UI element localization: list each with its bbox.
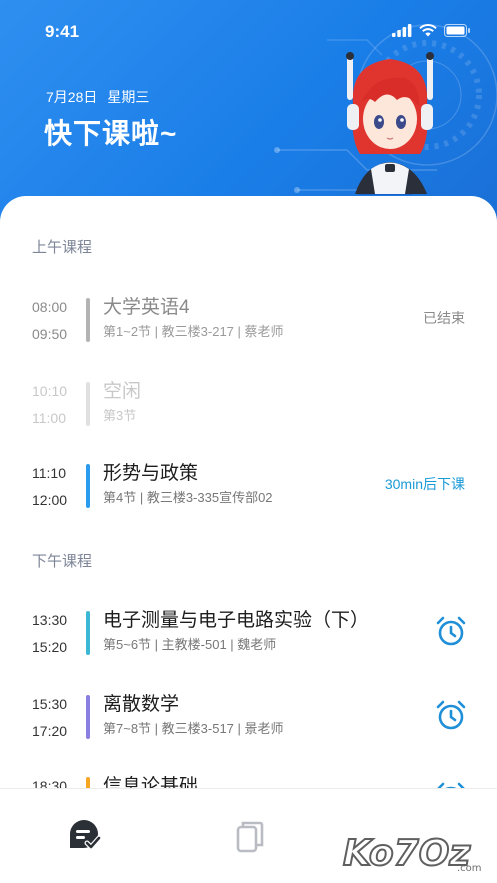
signal-icon [392, 24, 412, 37]
course-start-time: 10:10 [32, 383, 68, 399]
course-name: 离散数学 [103, 694, 180, 715]
course-start-time: 11:10 [32, 465, 66, 481]
course-item[interactable]: 13:30 15:20 电子测量与电子电路实验（下） 第5~6节 | 主教楼-5… [0, 607, 497, 671]
section-title-morning: 上午课程 [32, 239, 93, 256]
date-text: 7月28日 [46, 89, 98, 105]
alarm-clock-icon[interactable] [435, 699, 467, 731]
course-item[interactable]: 08:00 09:50 大学英语4 第1~2节 | 教三楼3-217 | 蔡老师… [0, 294, 497, 358]
course-color-bar [86, 464, 90, 508]
course-meta: 第7~8节 | 教三楼3-517 | 景老师 [103, 721, 284, 736]
course-times: 13:30 15:20 [32, 607, 74, 661]
course-meta: 第5~6节 | 主教楼-501 | 魏老师 [103, 637, 277, 652]
course-item[interactable]: 11:10 12:00 形势与政策 第4节 | 教三楼3-335宣传部02 30… [0, 460, 497, 524]
course-color-bar [86, 298, 90, 342]
course-times: 15:30 17:20 [32, 691, 74, 745]
course-end-time: 15:20 [32, 639, 68, 655]
course-meta: 第3节 [103, 408, 137, 423]
svg-text:.com: .com [457, 863, 482, 874]
course-meta: 第1~2节 | 教三楼3-217 | 蔡老师 [103, 324, 284, 339]
course-start-time: 15:30 [32, 696, 68, 712]
course-name: 大学英语4 [103, 297, 190, 318]
course-end-time: 17:20 [32, 723, 68, 739]
course-start-time: 13:30 [32, 612, 68, 628]
status-icons [392, 24, 471, 37]
course-name: 空闲 [103, 381, 142, 402]
course-times: 10:10 11:00 [32, 378, 74, 432]
course-item[interactable]: 15:30 17:20 离散数学 第7~8节 | 教三楼3-517 | 景老师 [0, 691, 497, 755]
watermark-logo: Ko7Oz .com [342, 832, 482, 875]
course-end-time: 12:00 [32, 492, 68, 508]
battery-icon [444, 24, 470, 37]
course-name: 电子测量与电子电路实验（下） [103, 610, 370, 631]
course-end-time: 11:00 [32, 410, 66, 426]
schedule-icon[interactable] [66, 817, 106, 857]
course-name: 形势与政策 [103, 463, 199, 484]
course-item[interactable]: 10:10 11:00 空闲 第3节 [0, 378, 497, 442]
wifi-icon [419, 24, 437, 37]
date-line: 7月28日 星期三 [46, 87, 149, 107]
course-color-bar [86, 611, 90, 655]
weekday-text: 星期三 [107, 89, 150, 105]
course-meta: 第4节 | 教三楼3-335宣传部02 [103, 490, 273, 505]
alarm-clock-icon[interactable] [435, 615, 467, 647]
svg-text:Ko7Oz: Ko7Oz [343, 833, 471, 874]
mascot-illustration [340, 52, 434, 214]
book-icon[interactable] [229, 817, 269, 857]
course-color-bar [86, 695, 90, 739]
course-status: 已结束 [423, 310, 465, 326]
course-end-time: 09:50 [32, 326, 68, 342]
course-times: 11:10 12:00 [32, 460, 74, 514]
greeting-title: 快下课啦~ [44, 118, 178, 149]
course-color-bar [86, 382, 90, 426]
course-times: 08:00 09:50 [32, 294, 74, 348]
section-title-afternoon: 下午课程 [32, 553, 93, 570]
course-start-time: 08:00 [32, 299, 68, 315]
status-time: 9:41 [45, 22, 80, 41]
course-status: 30min后下课 [384, 476, 465, 492]
